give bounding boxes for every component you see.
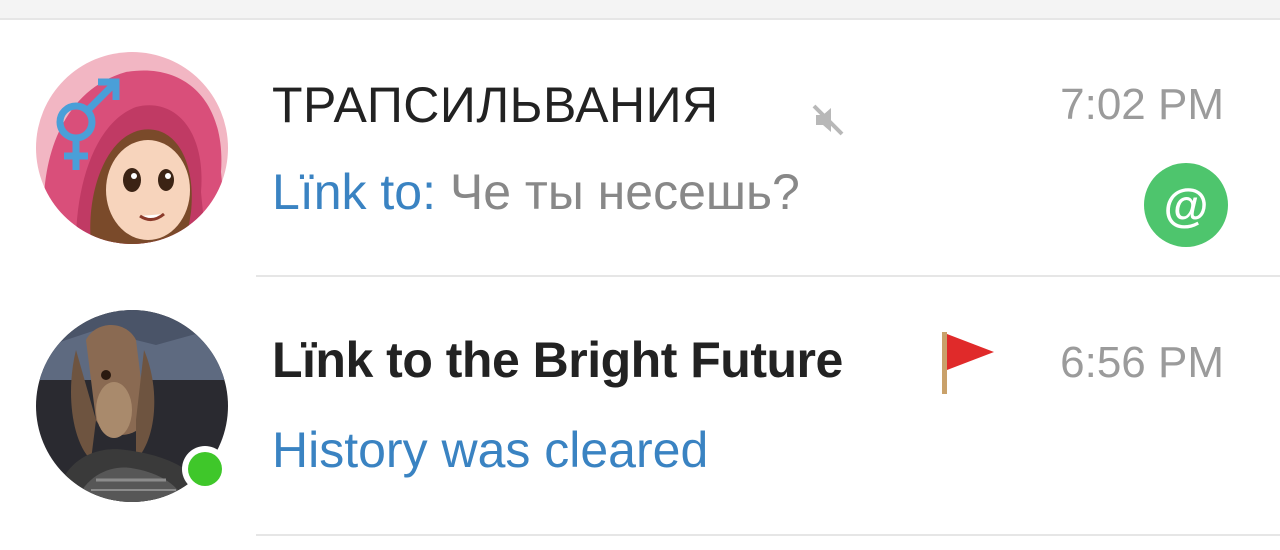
preview-text: Че ты несешь? bbox=[436, 164, 800, 220]
chat-divider bbox=[256, 275, 1280, 277]
online-status-indicator bbox=[182, 446, 228, 492]
chat-avatar[interactable] bbox=[36, 52, 228, 244]
chat-list-item[interactable]: ТРАПСИЛЬВАНИЯ 7:02 PM Lïnk to: Че ты нес… bbox=[0, 20, 1280, 276]
chat-time: 6:56 PM bbox=[1060, 338, 1224, 387]
message-preview: Lïnk to: Че ты несешь? bbox=[272, 162, 800, 222]
chat-divider bbox=[256, 534, 1280, 536]
muted-speaker-icon bbox=[812, 104, 844, 136]
top-strip bbox=[0, 0, 1280, 18]
chat-time: 7:02 PM bbox=[1060, 80, 1224, 129]
anime-girl-avatar-image bbox=[36, 52, 228, 244]
chat-title: Lïnk to the Bright Future bbox=[272, 332, 843, 388]
preview-service-message: History was cleared bbox=[272, 422, 709, 478]
red-flag-icon bbox=[942, 332, 994, 394]
preview-sender: Lïnk to: bbox=[272, 164, 436, 220]
message-preview: History was cleared bbox=[272, 420, 708, 480]
mention-badge[interactable]: @ bbox=[1144, 163, 1228, 247]
chat-title: ТРАПСИЛЬВАНИЯ bbox=[272, 77, 719, 133]
chat-list-item[interactable]: Lïnk to the Bright Future 6:56 PM Histor… bbox=[0, 278, 1280, 534]
